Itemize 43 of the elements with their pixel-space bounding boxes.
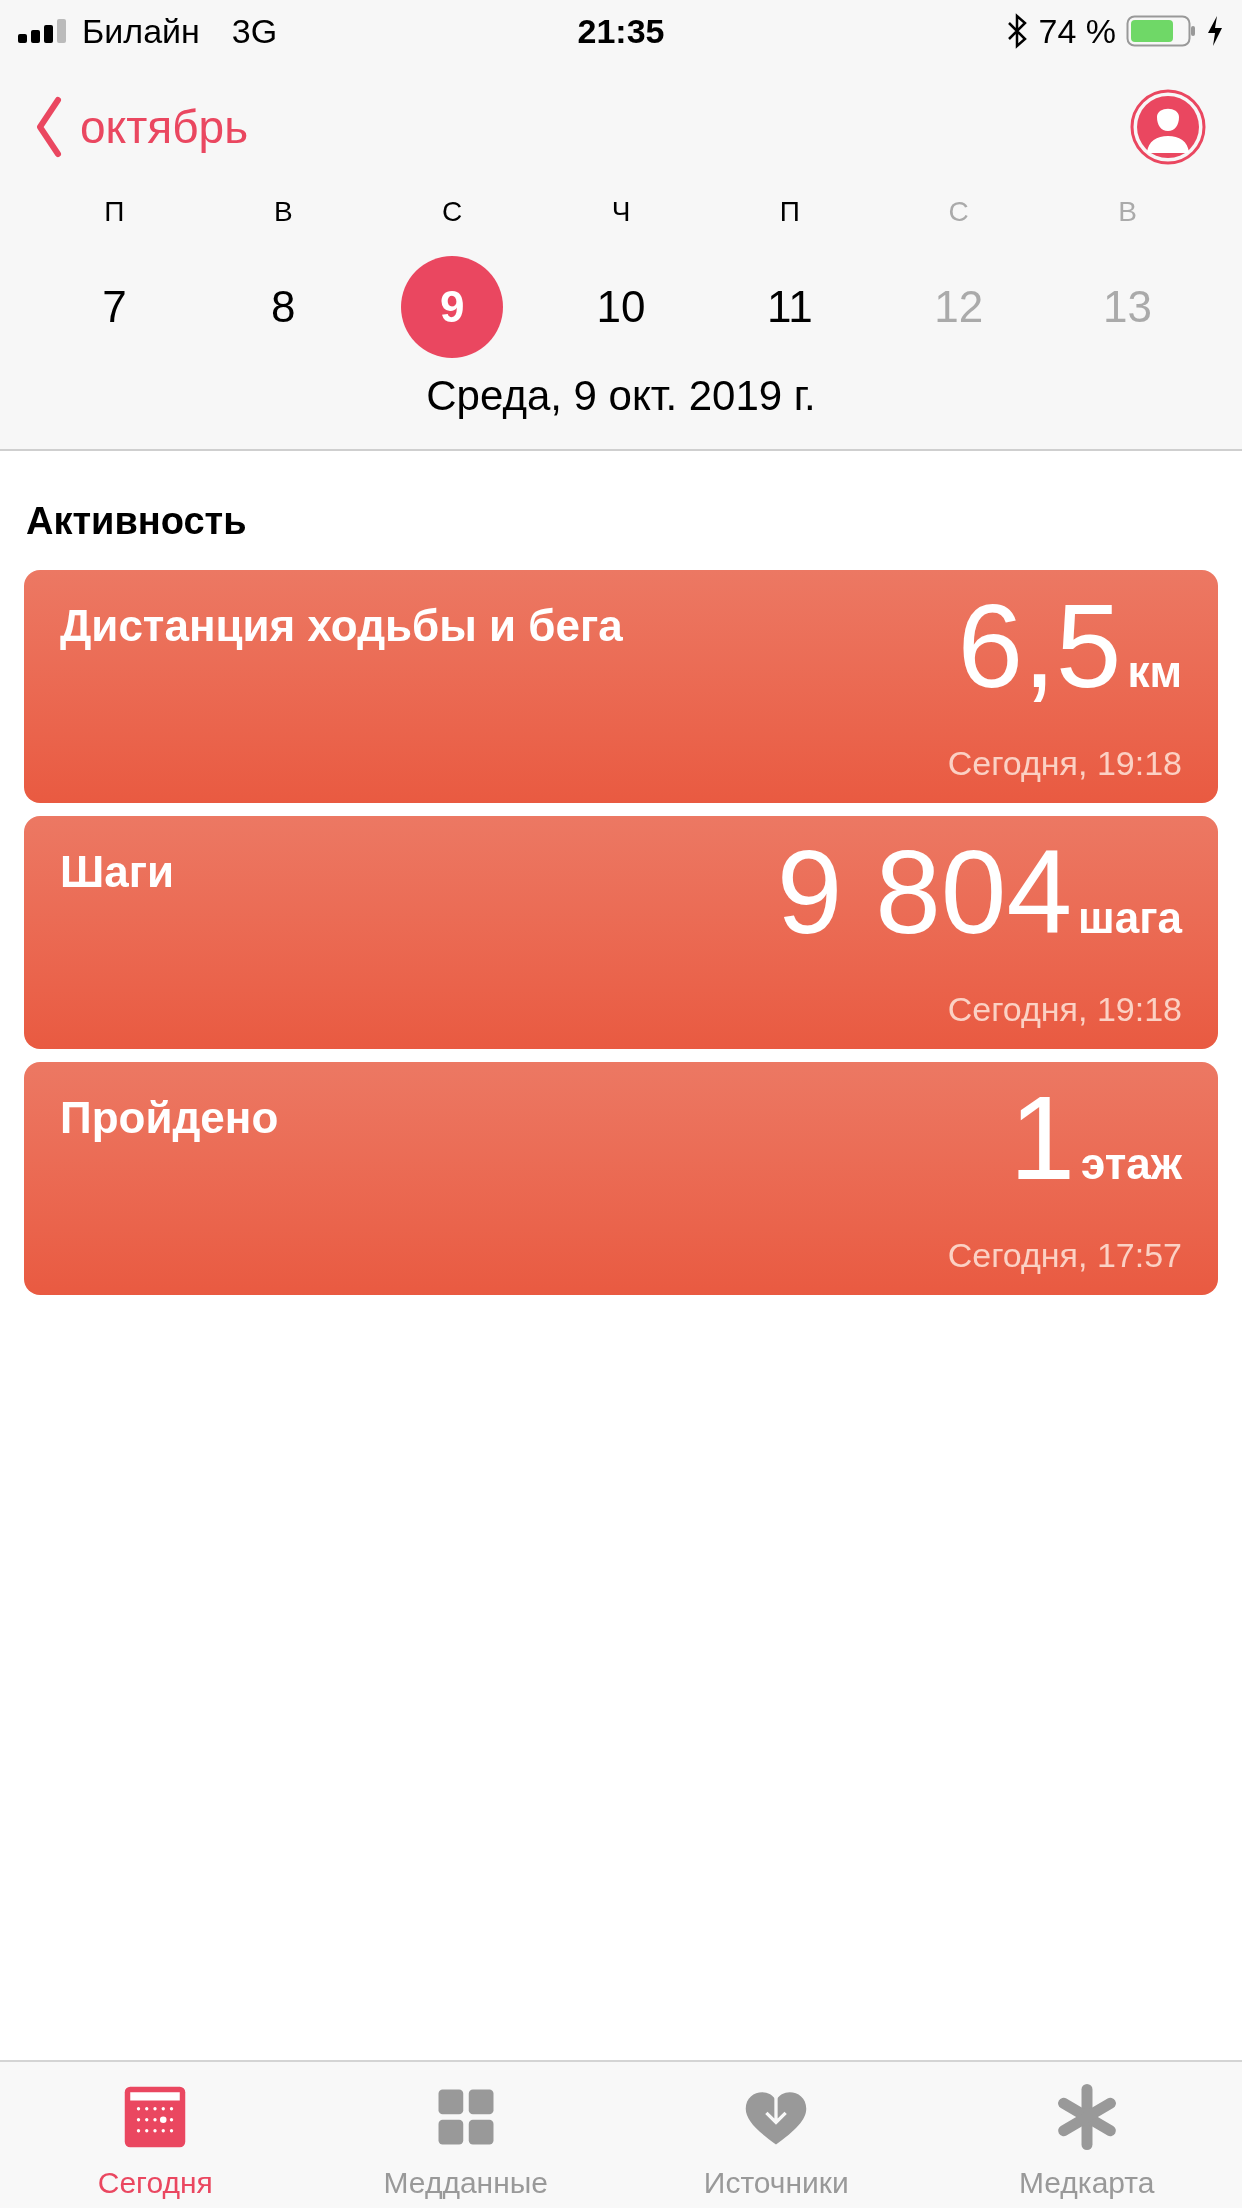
card-value: 1 bbox=[1009, 1080, 1076, 1196]
selected-date: Среда, 9 окт. 2019 г. bbox=[426, 371, 816, 421]
carrier-name: Билайн bbox=[82, 10, 200, 52]
activity-card[interactable]: Шаги 9 804 шага Сегодня, 19:18 bbox=[24, 816, 1218, 1049]
card-time: Сегодня, 19:18 bbox=[947, 989, 1182, 1030]
card-unit: шага bbox=[1078, 892, 1182, 944]
card-value: 9 804 bbox=[776, 834, 1073, 950]
weekday-label: В bbox=[273, 195, 293, 229]
status-time: 21:35 bbox=[577, 10, 665, 52]
tab-bar-item[interactable]: Источники bbox=[621, 2062, 932, 2208]
weekday-label: Ч bbox=[611, 195, 631, 229]
day-button[interactable]: 10 bbox=[570, 256, 672, 358]
charging-icon bbox=[1206, 15, 1224, 47]
day-button[interactable]: 7 bbox=[63, 256, 166, 358]
tab-bar-item[interactable]: Медданные bbox=[310, 2062, 621, 2208]
profile-avatar-icon[interactable] bbox=[1130, 89, 1206, 165]
back-button[interactable]: октябрь bbox=[36, 92, 249, 162]
battery-percent: 74 % bbox=[1038, 10, 1116, 52]
activity-card[interactable]: Дистанция ходьбы и бега 6,5 км Сегодня, 19:18 bbox=[24, 570, 1218, 803]
weekday-label: В bbox=[1118, 195, 1137, 229]
card-title: Дистанция ходьбы и бега bbox=[60, 600, 623, 652]
card-time: Сегодня, 17:57 bbox=[947, 1235, 1182, 1276]
weekday-label: С bbox=[442, 195, 463, 229]
activity-card[interactable]: Пройдено 1 этаж Сегодня, 17:57 bbox=[24, 1062, 1218, 1295]
bluetooth-icon bbox=[1006, 13, 1029, 49]
card-unit: км bbox=[1127, 646, 1182, 698]
card-time: Сегодня, 19:18 bbox=[947, 743, 1182, 784]
card-unit: этаж bbox=[1081, 1138, 1182, 1190]
weekday-label: С bbox=[948, 195, 969, 229]
network-type: 3G bbox=[231, 10, 278, 52]
back-chevron-icon bbox=[36, 96, 62, 158]
weekday-label: П bbox=[104, 195, 125, 229]
day-button[interactable]: 8 bbox=[232, 256, 335, 358]
tab-bar-item[interactable]: Медкарта bbox=[931, 2062, 1242, 2208]
card-title: Пройдено bbox=[60, 1092, 279, 1144]
tab-bar-item[interactable]: Сегодня bbox=[0, 2062, 311, 2208]
battery-icon bbox=[1126, 15, 1196, 47]
card-value: 6,5 bbox=[957, 588, 1122, 704]
day-button[interactable]: 9 bbox=[401, 256, 504, 358]
day-button[interactable]: 11 bbox=[738, 256, 841, 358]
section-title: Активность bbox=[25, 499, 248, 544]
weekday-label: П bbox=[779, 195, 800, 229]
card-title: Шаги bbox=[60, 846, 175, 898]
